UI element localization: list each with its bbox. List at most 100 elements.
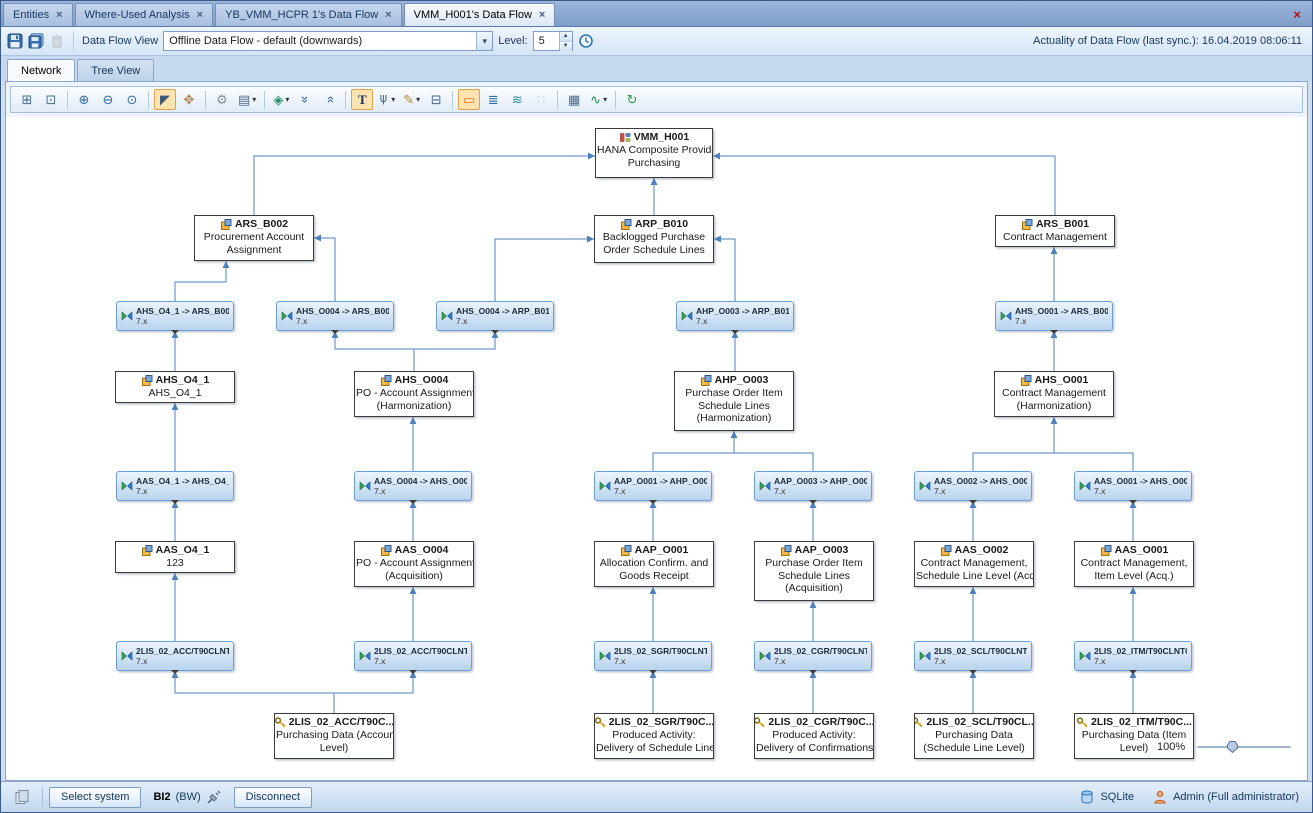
flow-node[interactable]: VMM_H001HANA Composite ProviderPurchasin…	[595, 128, 713, 178]
transformation-node[interactable]: AAS_O001 -> AHS_O0017.x	[1074, 471, 1192, 501]
grid-dots-icon[interactable]: ∷	[530, 89, 552, 110]
tab-close-icon[interactable]: ×	[539, 10, 545, 21]
transformation-node[interactable]: AHS_O004 -> ARS_B0027.x	[276, 301, 394, 331]
zoom-out-icon[interactable]: ⊖	[97, 89, 119, 110]
flow-node[interactable]: ARP_B010Backlogged PurchaseOrder Schedul…	[594, 215, 714, 263]
transformation-node[interactable]: AHS_O001 -> ARS_B0017.x	[995, 301, 1113, 331]
flow-node[interactable]: 2LIS_02_ACC/T90C...Purchasing Data (Acco…	[274, 713, 394, 759]
flow-node[interactable]: AAS_O002Contract Management,Schedule Lin…	[914, 541, 1034, 587]
transformation-node[interactable]: 2LIS_02_SCL/T90CLNT090 ->...7.x	[914, 641, 1032, 671]
expand-marker-icon[interactable]	[1050, 330, 1058, 338]
flow-node[interactable]: AAS_O001Contract Management,Item Level (…	[1074, 541, 1194, 587]
transformation-node[interactable]: 2LIS_02_ACC/T90CLNT090 ->...7.x	[354, 641, 472, 671]
flow-node[interactable]: AAS_O004PO - Account Assignment(Acquisit…	[354, 541, 474, 587]
zoom-in-icon[interactable]: ⊕	[73, 89, 95, 110]
swimlanes-icon[interactable]: ▤▾	[235, 89, 259, 110]
expand-marker-icon[interactable]	[649, 670, 657, 678]
select-system-button[interactable]: Select system	[49, 787, 141, 808]
refresh-icon[interactable]: ↻	[621, 89, 643, 110]
expand-marker-icon[interactable]	[171, 670, 179, 678]
close-tab-button[interactable]: ×	[1286, 7, 1308, 22]
tab-entities[interactable]: Entities ×	[3, 3, 73, 26]
flow-node[interactable]: 2LIS_02_SGR/T90C...Produced Activity:Del…	[594, 713, 714, 759]
transformation-node[interactable]: AAP_O001 -> AHP_O0037.x	[594, 471, 712, 501]
expand-marker-icon[interactable]	[409, 500, 417, 508]
tab-close-icon[interactable]: ×	[56, 10, 62, 21]
pan-grid-icon[interactable]: ⊞	[16, 89, 38, 110]
expand-marker-icon[interactable]	[331, 330, 339, 338]
expand-all-icon[interactable]: »	[318, 89, 340, 110]
spinner-down-icon[interactable]: ▼	[560, 41, 572, 51]
disconnect-button[interactable]: Disconnect	[234, 787, 312, 808]
table-view-icon[interactable]: ▦	[563, 89, 585, 110]
level-spinner[interactable]: 5 ▲ ▼	[533, 31, 573, 51]
flow-node[interactable]: AAS_O4_1123	[115, 541, 235, 573]
expand-marker-icon[interactable]	[969, 500, 977, 508]
expand-marker-icon[interactable]	[969, 670, 977, 678]
transformation-node[interactable]: AAS_O004 -> AHS_O0047.x	[354, 471, 472, 501]
flow-node[interactable]: AHS_O004PO - Account Assignment(Harmoniz…	[354, 371, 474, 417]
save-icon[interactable]	[7, 33, 23, 49]
zoom-slider-thumb[interactable]	[1227, 741, 1238, 753]
layout-tools-icon[interactable]: ⚙	[211, 89, 233, 110]
combobox-dropdown-icon[interactable]: ▾	[476, 32, 492, 50]
log-panel-button[interactable]	[8, 786, 36, 808]
expand-marker-icon[interactable]	[809, 500, 817, 508]
expand-marker-icon[interactable]	[649, 500, 657, 508]
flow-node[interactable]: AHS_O4_1AHS_O4_1	[115, 371, 235, 403]
dropdown-arrow-icon[interactable]: ▾	[252, 95, 256, 104]
chart-view-icon[interactable]: ∿▾	[587, 89, 610, 110]
tab-close-icon[interactable]: ×	[197, 10, 203, 21]
transformation-node[interactable]: AHP_O003 -> ARP_B0107.x	[676, 301, 794, 331]
transformation-node[interactable]: AAS_O4_1 -> AHS_O4_17.x	[116, 471, 234, 501]
transformation-node[interactable]: 2LIS_02_ITM/T90CLNT090 ->...7.x	[1074, 641, 1192, 671]
expand-marker-icon[interactable]	[1129, 500, 1137, 508]
transformation-node[interactable]: AHS_O4_1 -> ARS_B0027.x	[116, 301, 234, 331]
tab-tree-view[interactable]: Tree View	[77, 59, 154, 81]
expand-marker-icon[interactable]	[409, 670, 417, 678]
spinner-up-icon[interactable]: ▲	[560, 32, 572, 41]
flow-node[interactable]: ARS_B001Contract Management	[995, 215, 1115, 247]
zoom-slider[interactable]	[1197, 746, 1291, 748]
flow-node[interactable]: AAP_O003Purchase Order ItemSchedule Line…	[754, 541, 874, 601]
data-flow-combobox[interactable]: Offline Data Flow - default (downwards) …	[163, 31, 493, 51]
overview-icon[interactable]: ⊡	[40, 89, 62, 110]
expand-marker-icon[interactable]	[809, 670, 817, 678]
dropdown-arrow-icon[interactable]: ▾	[416, 95, 420, 104]
save-all-icon[interactable]	[28, 33, 44, 49]
pan-hand-icon[interactable]: ✥	[178, 89, 200, 110]
dropdown-arrow-icon[interactable]: ▾	[391, 95, 395, 104]
transformation-filter-icon[interactable]: ◈▾	[270, 89, 292, 110]
expand-marker-icon[interactable]	[171, 330, 179, 338]
sync-clock-icon[interactable]	[578, 33, 594, 49]
transformation-node[interactable]: AAS_O002 -> AHS_O0017.x	[914, 471, 1032, 501]
flow-node[interactable]: AAP_O001Allocation Confirm. andGoods Rec…	[594, 541, 714, 587]
tab-close-icon[interactable]: ×	[385, 10, 391, 21]
tab-vmm-h001-data-flow[interactable]: VMM_H001's Data Flow ×	[404, 3, 556, 26]
layers-icon[interactable]: ≣	[482, 89, 504, 110]
hierarchy-icon[interactable]: ⋔▾	[375, 89, 398, 110]
print-icon[interactable]: ⊟	[425, 89, 447, 110]
zoom-actual-icon[interactable]: ⊙	[121, 89, 143, 110]
tab-network[interactable]: Network	[7, 59, 75, 81]
transformation-node[interactable]: AAP_O003 -> AHP_O0037.x	[754, 471, 872, 501]
text-tool-icon[interactable]: T	[351, 89, 373, 110]
transformation-node[interactable]: 2LIS_02_CGR/T90CLNT090 ->...7.x	[754, 641, 872, 671]
transformation-node[interactable]: AHS_O004 -> ARP_B0107.x	[436, 301, 554, 331]
collapse-all-icon[interactable]: »	[294, 89, 316, 110]
select-cursor-icon[interactable]: ◤	[154, 89, 176, 110]
filter-edit-icon[interactable]: ✎▾	[400, 89, 423, 110]
delete-icon[interactable]	[49, 33, 65, 49]
flow-node[interactable]: ARS_B002Procurement AccountAssignment	[194, 215, 314, 261]
expand-marker-icon[interactable]	[731, 330, 739, 338]
flow-node[interactable]: AHP_O003Purchase Order ItemSchedule Line…	[674, 371, 794, 431]
tab-where-used-analysis[interactable]: Where-Used Analysis ×	[75, 3, 214, 26]
flow-node[interactable]: AHS_O001Contract Management(Harmonizatio…	[994, 371, 1114, 417]
dropdown-arrow-icon[interactable]: ▾	[603, 95, 607, 104]
dropdown-arrow-icon[interactable]: ▾	[285, 95, 289, 104]
highlight-frame-icon[interactable]: ▭	[458, 89, 480, 110]
expand-marker-icon[interactable]	[1129, 670, 1137, 678]
transformation-node[interactable]: 2LIS_02_SGR/T90CLNT090 ->...7.x	[594, 641, 712, 671]
tab-yb-vmm-hcpr-data-flow[interactable]: YB_VMM_HCPR 1's Data Flow ×	[215, 3, 402, 26]
groups-icon[interactable]: ≋	[506, 89, 528, 110]
